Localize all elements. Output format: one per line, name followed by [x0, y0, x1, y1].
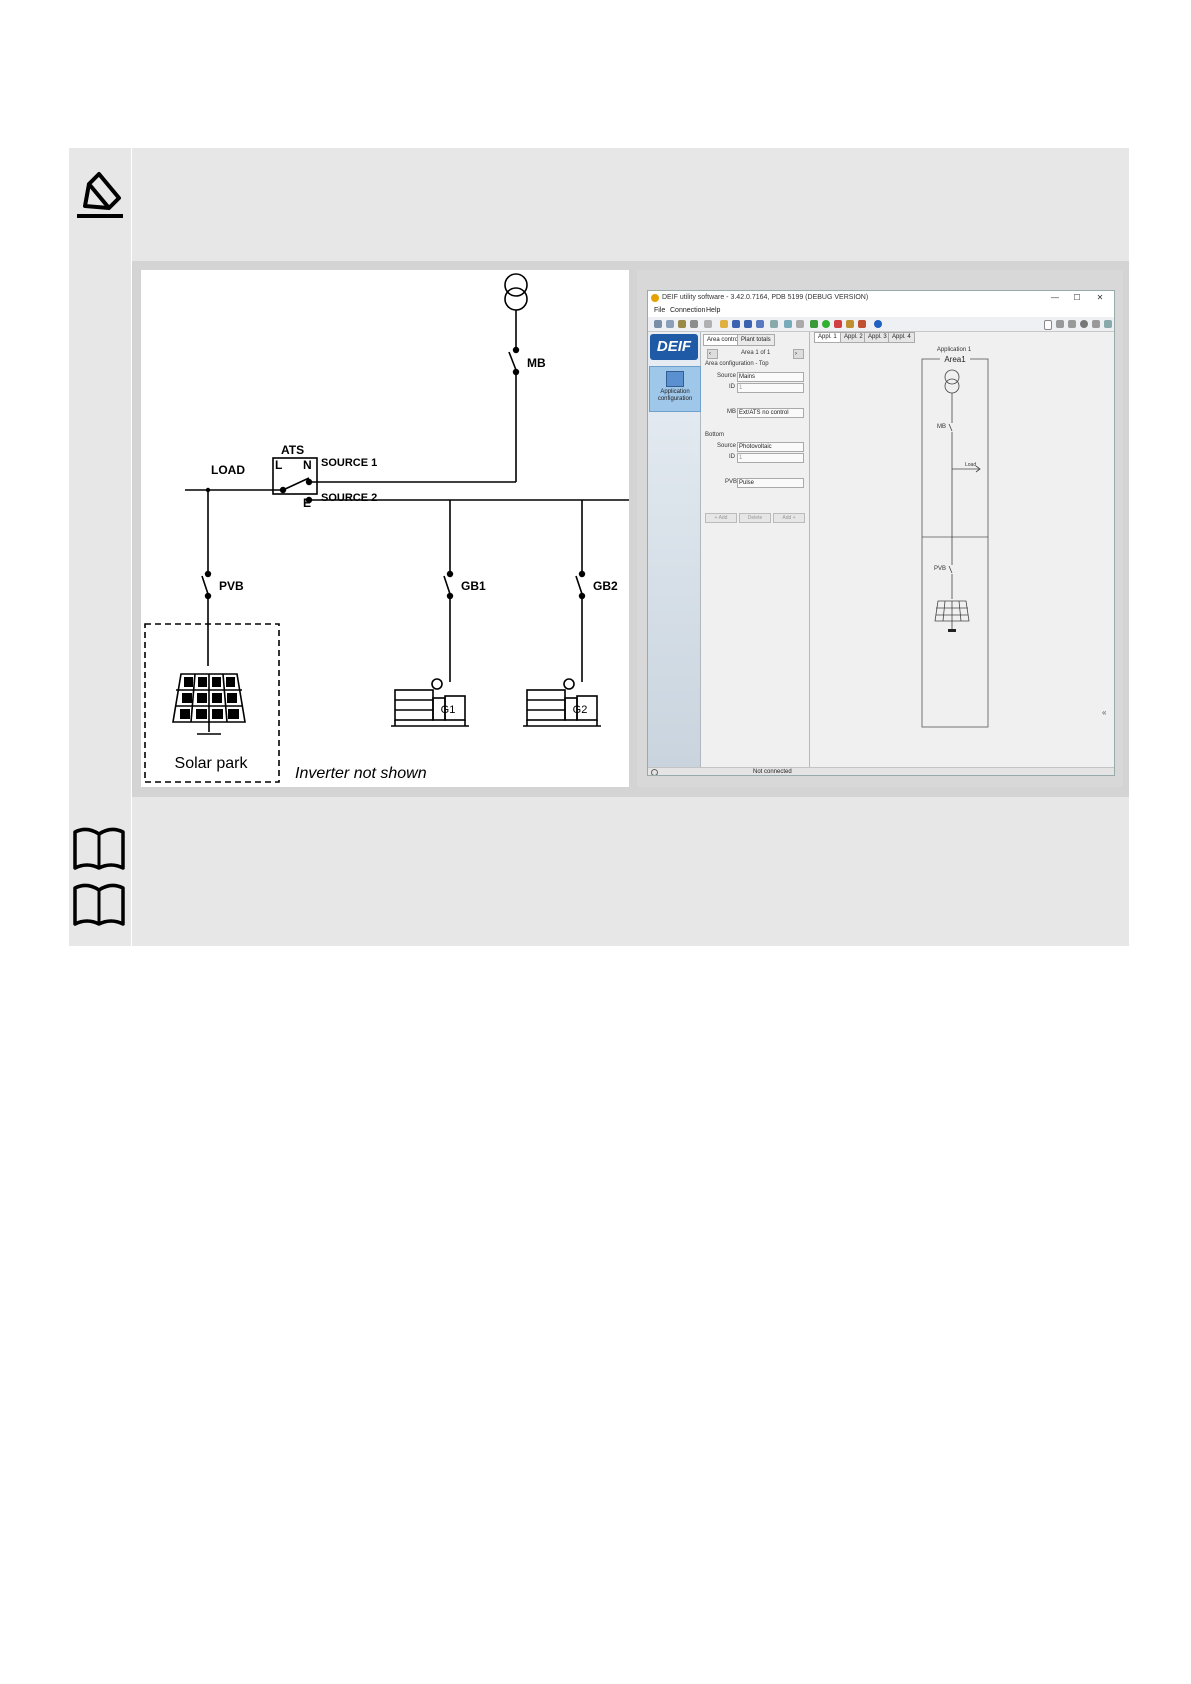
open-icon[interactable]: [720, 320, 728, 328]
solar-park-label: Solar park: [175, 755, 249, 772]
area-control-panel: Area control Plant totals ‹ Area 1 of 1 …: [701, 332, 810, 768]
app-window: DEIF utility software - 3.42.0.7164, PDB…: [647, 290, 1115, 776]
application-title: Application 1: [937, 347, 972, 353]
ats-label: ATS: [281, 443, 304, 457]
help-icon[interactable]: [1104, 320, 1112, 328]
nav-item-application-configuration[interactable]: Application configuration: [649, 366, 701, 412]
connect-icon[interactable]: [654, 320, 662, 328]
window-title: DEIF utility software - 3.42.0.7164, PDB…: [662, 294, 869, 301]
mb-label: MB: [527, 356, 546, 370]
menu-connection[interactable]: Connection: [670, 305, 705, 317]
mb-select[interactable]: Ext/ATS no control: [737, 408, 804, 418]
delete-button[interactable]: Delete: [739, 513, 771, 523]
add-after-button[interactable]: Add +: [773, 513, 805, 523]
nav-sidebar: DEIF Application configuration: [648, 332, 701, 768]
close-button[interactable]: ✕: [1089, 291, 1111, 305]
tools-icon[interactable]: [690, 320, 698, 328]
title-bar: DEIF utility software - 3.42.0.7164, PDB…: [648, 291, 1114, 305]
bottom-section-heading: Bottom: [705, 432, 725, 438]
disconnect-icon[interactable]: [666, 320, 674, 328]
menu-help[interactable]: Help: [706, 305, 720, 317]
run-icon[interactable]: [822, 320, 830, 328]
canvas-load-label: Load: [965, 462, 976, 468]
export-icon[interactable]: [796, 320, 804, 328]
alarm-icon[interactable]: [834, 320, 842, 328]
gb1-label: GB1: [461, 579, 486, 593]
canvas-mb-label: MB: [937, 424, 946, 430]
top-id-label: ID: [729, 384, 735, 390]
deif-logo: DEIF: [650, 334, 698, 360]
write-icon[interactable]: [756, 320, 764, 328]
note-icon-column: [69, 148, 132, 946]
note-pencil-icon: [77, 172, 123, 218]
bottom-source-select[interactable]: Photovoltaic: [737, 442, 804, 452]
top-section-heading: Area configuration - Top: [705, 361, 769, 367]
collapse-button[interactable]: «: [1102, 708, 1107, 717]
pvb-field-label: PVB: [725, 479, 738, 485]
ats-n-label: N: [303, 458, 312, 472]
figure-row: MB ATS L N E SOURCE 1 SOURCE 2 LOAD PVB …: [132, 261, 1129, 797]
check-icon[interactable]: [810, 320, 818, 328]
tab-plant-totals[interactable]: Plant totals: [737, 334, 775, 346]
record-icon[interactable]: [1080, 320, 1088, 328]
status-bar: Not connected: [648, 767, 1114, 775]
info-icon[interactable]: [874, 320, 882, 328]
menu-bar: File Connection Help: [648, 305, 1114, 317]
bottom-id-label: ID: [729, 454, 735, 460]
source1-label: SOURCE 1: [321, 457, 377, 469]
area-nav-label: Area 1 of 1: [741, 350, 771, 356]
source2-label: SOURCE 2: [321, 492, 377, 504]
bottom-source-label: Source: [717, 443, 737, 449]
save-as-icon[interactable]: [744, 320, 752, 328]
single-line-diagram: MB ATS L N E SOURCE 1 SOURCE 2 LOAD PVB …: [141, 270, 629, 787]
nav-item-label: Application configuration: [657, 389, 693, 402]
canvas-pvb-label: PVB: [934, 566, 946, 572]
menu-file[interactable]: File: [654, 305, 665, 317]
bottom-id-input[interactable]: 1: [737, 453, 804, 463]
application-canvas: Appl. 1 Appl. 2 Appl. 3 Appl. 4 Applicat…: [810, 332, 1114, 768]
next-area-button[interactable]: ›: [793, 349, 804, 359]
area-title: Area1: [944, 355, 966, 364]
software-screenshot: DEIF utility software - 3.42.0.7164, PDB…: [637, 270, 1123, 787]
network-icon[interactable]: [1092, 320, 1100, 328]
book-reference-icon: [73, 883, 125, 926]
device-icon[interactable]: [704, 320, 712, 328]
top-source-select[interactable]: Mains: [737, 372, 804, 382]
stop-icon[interactable]: [858, 320, 866, 328]
top-source-label: Source: [717, 373, 737, 379]
tune-icon[interactable]: [846, 320, 854, 328]
settings-icon[interactable]: [678, 320, 686, 328]
application-configuration-icon: [666, 371, 684, 387]
note-box: MB ATS L N E SOURCE 1 SOURCE 2 LOAD PVB …: [69, 148, 1129, 946]
inverter-note: Inverter not shown: [295, 765, 427, 782]
options-icon[interactable]: [1068, 320, 1076, 328]
diagram-canvas: MB ATS L N E SOURCE 1 SOURCE 2 LOAD PVB …: [144, 273, 629, 783]
gb2-label: GB2: [593, 579, 618, 593]
prev-area-button[interactable]: ‹: [707, 349, 718, 359]
mb-field-label: MB: [727, 409, 736, 415]
ats-l-label: L: [275, 458, 282, 472]
minimize-button[interactable]: —: [1044, 291, 1066, 305]
status-indicator-icon: [651, 769, 658, 775]
add-before-button[interactable]: + Add: [705, 513, 737, 523]
g1-label: G1: [441, 704, 456, 716]
ats-e-label: E: [303, 496, 311, 510]
pvb-select[interactable]: Pulse: [737, 478, 804, 488]
print-icon[interactable]: [784, 320, 792, 328]
g2-label: G2: [573, 704, 588, 716]
toolbar: [648, 317, 1114, 332]
save-icon[interactable]: [732, 320, 740, 328]
app-icon: [651, 294, 659, 302]
load-label: LOAD: [211, 463, 245, 477]
read-icon[interactable]: [770, 320, 778, 328]
application-drawing: Application 1 Area1 MB Load PVB «: [921, 347, 1107, 728]
maximize-button[interactable]: ☐: [1066, 291, 1088, 305]
pvb-label: PVB: [219, 579, 244, 593]
view-icon[interactable]: [1056, 320, 1064, 328]
top-id-input[interactable]: 1: [737, 383, 804, 393]
book-reference-icon: [73, 827, 125, 870]
connection-status: Not connected: [753, 769, 792, 775]
page-icon[interactable]: [1044, 320, 1052, 330]
